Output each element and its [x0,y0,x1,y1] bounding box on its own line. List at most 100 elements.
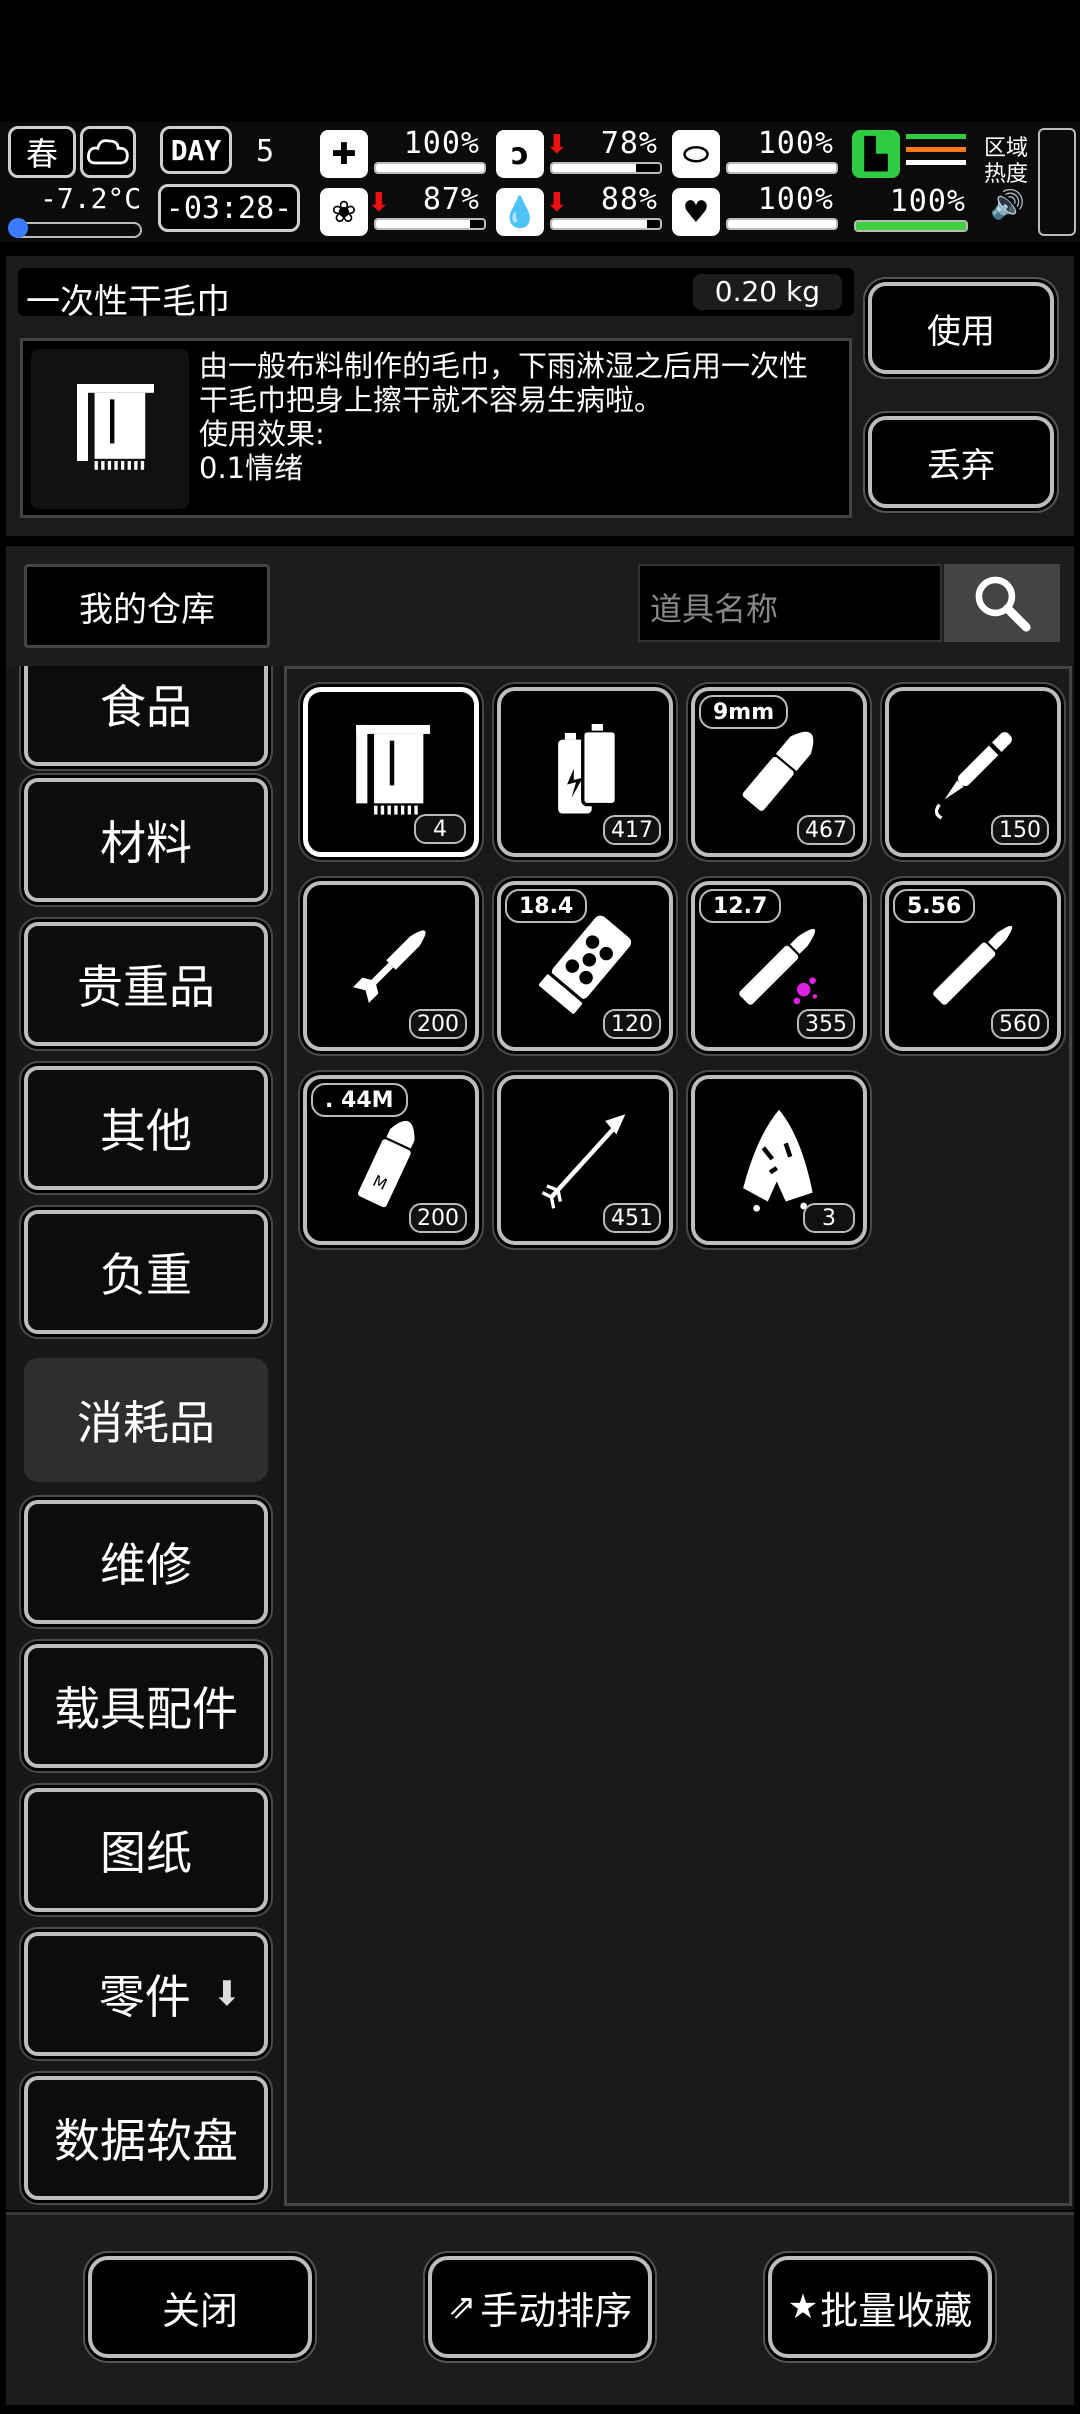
category-6[interactable]: 维修 [24,1500,268,1624]
search-icon [975,576,1031,632]
caliber-tag: 18.4 [505,889,588,923]
speaker-icon[interactable]: 🔊 [990,188,1025,221]
health-bar [374,162,486,174]
cloth-icon [743,1109,813,1212]
hunger-value: 78% [600,126,658,161]
category-2[interactable]: 贵重品 [24,922,268,1046]
towel-icon [77,384,154,470]
description-line2: 干毛巾把身上擦干就不容易生病啦。 [199,383,664,417]
discard-button[interactable]: 丢弃 [868,416,1054,508]
category-label: 食品 [100,680,192,734]
health-value: 100% [403,126,480,161]
water-drop-icon: 💧 [496,188,544,236]
towel-icon [356,724,431,815]
stamina-fill [856,222,966,230]
item-count: 417 [603,815,661,845]
weather-box [80,126,136,178]
category-label: 维修 [100,1538,192,1592]
effect-label: 使用效果: [199,417,325,451]
mood-value: 87% [422,182,480,217]
category-label: 载具配件 [54,1682,238,1736]
item-detail-panel: 一次性干毛巾 0.20 kg 由一般布料制作的毛巾，下雨淋湿之后用一次性 干毛巾… [6,256,1074,536]
arrow-icon [541,1114,626,1209]
category-label: 数据软盘 [54,2114,238,2168]
capsule-icon: ⬭ [672,130,720,178]
caliber-tag: . 44M [311,1083,408,1117]
category-9[interactable]: 零件 ⬇ [24,1932,268,2056]
inventory-slot-5[interactable]: 18.4 120 [497,881,673,1051]
brain-icon: ❀ [320,188,368,236]
inventory-slot-8[interactable]: M. 44M 200 [303,1075,479,1245]
category-1[interactable]: 材料 [24,778,268,902]
star-icon: ★ [787,2287,819,2327]
close-button[interactable]: 关闭 [88,2256,312,2358]
inventory-slot-7[interactable]: 5.56 560 [885,881,1061,1051]
item-count: 451 [603,1203,661,1233]
item-count: 467 [797,815,855,845]
inventory-slot-10[interactable]: 3 [691,1075,867,1245]
stomach-icon: ↄ [496,130,544,178]
inventory-slot-0[interactable]: 4 [303,687,479,857]
inventory-slot-1[interactable]: 417 [497,687,673,857]
category-0[interactable]: 食品 [24,666,268,766]
search-placeholder: 道具名称 [650,590,779,628]
heart-value: 100% [757,182,834,217]
batch-favorite-button[interactable]: ★ 批量收藏 [768,2256,992,2358]
item-count: 120 [603,1009,661,1039]
inventory-slot-3[interactable]: 150 [885,687,1061,857]
stamina-bar [854,220,968,232]
bullet-9mm-icon [742,731,814,811]
item-weight: 0.20 kg [692,274,842,310]
category-5[interactable]: 消耗品 [24,1358,268,1482]
search-button[interactable] [944,564,1060,642]
inventory-slot-4[interactable]: 200 [303,881,479,1051]
day-label-box: DAY [160,126,232,174]
category-label: 其他 [100,1104,192,1158]
item-image-frame [31,349,189,509]
arrow-down-icon: ⬇ [212,1974,242,2014]
batch-favorite-label: 批量收藏 [820,2288,973,2333]
bullet-12-7-icon [739,928,818,1005]
caliber-tag: 9mm [699,695,789,729]
stamina-value: 100% [889,184,966,219]
item-count: 200 [409,1203,467,1233]
category-list: 食品材料贵重品其他负重消耗品维修载具配件图纸零件 ⬇ 数据软盘 [6,666,280,2210]
item-info-box: 由一般布料制作的毛巾，下雨淋湿之后用一次性 干毛巾把身上擦干就不容易生病啦。 使… [20,338,852,518]
item-name-bar: 一次性干毛巾 0.20 kg [18,268,854,322]
category-4[interactable]: 负重 [24,1210,268,1334]
thermometer-bulb [8,218,28,238]
category-10[interactable]: 数据软盘 [24,2076,268,2200]
swap-arrows-icon: ⇗ [447,2287,477,2327]
item-count: 3 [803,1203,855,1233]
health-fill [376,164,484,172]
inventory-slot-2[interactable]: 9mm 467 [691,687,867,857]
category-label: 零件 [98,1970,191,2024]
stomach-bar [726,162,838,174]
manual-sort-label: 手动排序 [480,2288,633,2333]
temperature-text: -7.2°C [40,182,142,215]
manual-sort-button[interactable]: ⇗ 手动排序 [428,2256,652,2358]
caliber-tag: 12.7 [699,889,782,923]
category-7[interactable]: 载具配件 [24,1644,268,1768]
use-button[interactable]: 使用 [868,282,1054,374]
search-input[interactable]: 道具名称 [638,564,942,642]
zone-heat-meter [1038,128,1076,236]
item-count: 4 [414,814,466,844]
category-label: 负重 [100,1248,192,1302]
hunger-fill [552,164,637,172]
item-count: 200 [409,1009,467,1039]
inventory-slot-6[interactable]: 12.7 355 [691,881,867,1051]
item-count: 150 [991,815,1049,845]
season-text: 春 [25,135,58,173]
category-label: 图纸 [100,1826,192,1880]
category-8[interactable]: 图纸 [24,1788,268,1912]
effect-value: 0.1情绪 [199,451,304,485]
category-3[interactable]: 其他 [24,1066,268,1190]
battery-icon [558,723,619,814]
bullet-5-56-icon [933,925,1013,1005]
cloud-icon [87,139,129,165]
inventory-slot-9[interactable]: 451 [497,1075,673,1245]
clock-text: -03:28- [165,190,293,226]
close-label: 关闭 [161,2288,238,2333]
clock-box: -03:28- [158,184,300,232]
